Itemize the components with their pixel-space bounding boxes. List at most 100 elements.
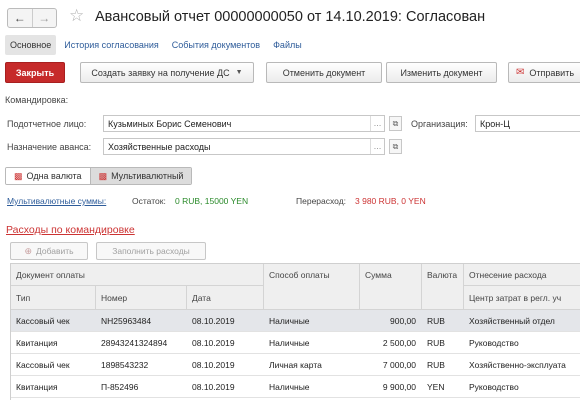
cell-currency: YEN [427, 382, 445, 392]
back-button[interactable]: ← [8, 9, 32, 27]
create-request-label: Создать заявку на получение ДС [91, 67, 230, 78]
cell-date: 08.10.2019 [192, 360, 235, 370]
single-currency-button[interactable]: ▩ Одна валюта [6, 168, 90, 184]
title-bar: ← → ☆ Авансовый отчет 00000000050 от 14.… [0, 0, 580, 34]
currency-mode-toggle: ▩ Одна валюта ▩ Мультивалютный [5, 167, 193, 185]
column-header-cost-center[interactable]: Центр затрат в регл. уч [464, 286, 580, 310]
cell-amount: 2 500,00 [382, 338, 416, 348]
trip-label: Командировка: [5, 95, 69, 105]
cell-currency: RUB [427, 316, 445, 326]
cell-payment-method: Наличные [269, 382, 310, 392]
dots-icon[interactable]: … [370, 139, 384, 154]
cell-expense: Хозяйственный отдел [469, 316, 555, 326]
send-label: Отправить [529, 67, 575, 78]
envelope-icon: ✉ [516, 67, 525, 78]
advance-purpose-value: Хозяйственные расходы [108, 141, 211, 152]
single-currency-icon: ▩ [14, 170, 23, 181]
cell-amount: 7 000,00 [382, 360, 416, 370]
multi-currency-button[interactable]: ▩ Мультивалютный [89, 168, 192, 184]
table-row[interactable]: Квитанция П-852496 08.10.2019 Наличные 9… [11, 376, 580, 398]
chevron-down-icon: ▼ [235, 69, 243, 76]
advance-purpose-label: Назначение аванса: [7, 142, 92, 152]
multicurrency-sums-link[interactable]: Мультивалютные суммы: [7, 196, 106, 206]
create-request-button[interactable]: Создать заявку на получение ДС ▼ [80, 62, 254, 83]
close-button[interactable]: Закрыть [5, 62, 65, 83]
cell-type: Кассовый чек [16, 316, 70, 326]
tab-approval-history[interactable]: История согласования [59, 35, 164, 55]
open-icon[interactable]: ⧉ [389, 116, 402, 131]
cell-payment-method: Личная карта [269, 360, 322, 370]
cell-number: П-852496 [101, 382, 139, 392]
send-button[interactable]: ✉ Отправить [508, 62, 580, 83]
cell-date: 08.10.2019 [192, 382, 235, 392]
multi-currency-label: Мультивалютный [111, 171, 184, 181]
command-bar: Закрыть Создать заявку на получение ДС ▼ … [0, 62, 580, 84]
cell-currency: RUB [427, 338, 445, 348]
cell-type: Кассовый чек [16, 360, 70, 370]
column-header-expense-assignment[interactable]: Отнесение расхода [464, 264, 580, 286]
cell-payment-method: Наличные [269, 316, 310, 326]
cancel-document-label: Отменить документ [282, 67, 366, 78]
fill-expenses-label: Заполнить расходы [112, 246, 190, 256]
add-expense-button[interactable]: ⊕ Добавить [10, 242, 88, 260]
tab-document-events[interactable]: События документов [167, 35, 265, 55]
column-header-number[interactable]: Номер [96, 286, 187, 310]
payment-document-group-header: Документ оплаты [11, 264, 264, 286]
cell-date: 08.10.2019 [192, 316, 235, 326]
column-header-currency[interactable]: Валюта [422, 264, 464, 310]
fill-expenses-button[interactable]: Заполнить расходы [96, 242, 206, 260]
plus-icon: ⊕ [24, 245, 32, 256]
close-button-label: Закрыть [15, 67, 55, 78]
column-header-type[interactable]: Тип [11, 286, 96, 310]
edit-document-label: Изменить документ [400, 67, 483, 78]
arrow-right-icon: → [38, 11, 51, 25]
cell-date: 08.10.2019 [192, 338, 235, 348]
cell-payment-method: Наличные [269, 338, 310, 348]
cell-type: Квитанция [16, 382, 58, 392]
column-header-payment-method[interactable]: Способ оплаты [264, 264, 360, 310]
cell-amount: 900,00 [390, 316, 416, 326]
forward-button[interactable]: → [31, 9, 57, 27]
table-row[interactable]: Квитанция 28943241324894 08.10.2019 Нали… [11, 332, 580, 354]
open-icon[interactable]: ⧉ [389, 139, 402, 154]
history-navigation: ← → [7, 8, 57, 28]
table-row[interactable]: Кассовый чек NH25963484 08.10.2019 Налич… [11, 310, 580, 332]
accountable-person-value: Кузьминых Борис Семенович [108, 118, 232, 129]
edit-document-button[interactable]: Изменить документ [386, 62, 497, 83]
balance-label: Остаток: [132, 196, 166, 206]
organization-label: Организация: [411, 119, 468, 129]
advance-purpose-field[interactable]: Хозяйственные расходы … [103, 138, 385, 155]
multi-currency-icon: ▩ [98, 170, 108, 181]
document-title: Авансовый отчет 00000000050 от 14.10.201… [95, 9, 486, 25]
tab-files[interactable]: Файлы [268, 35, 307, 55]
dots-icon[interactable]: … [370, 116, 384, 131]
add-expense-label: Добавить [35, 246, 74, 256]
cell-expense: Руководство [469, 382, 519, 392]
overspend-label: Перерасход: [296, 196, 347, 206]
overspend-value: 3 980 RUB, 0 YEN [355, 196, 426, 206]
table-row[interactable]: Кассовый чек 1898543232 08.10.2019 Лична… [11, 354, 580, 376]
cell-amount: 9 900,00 [382, 382, 416, 392]
cancel-document-button[interactable]: Отменить документ [266, 62, 382, 83]
section-tabs: Основное История согласования События до… [5, 35, 307, 55]
cell-number: NH25963484 [101, 316, 152, 326]
organization-value: Крон-Ц [480, 118, 510, 129]
accountable-person-label: Подотчетное лицо: [7, 119, 87, 129]
accountable-person-field[interactable]: Кузьминых Борис Семенович … [103, 115, 385, 132]
column-header-amount[interactable]: Сумма [360, 264, 422, 310]
column-header-date[interactable]: Дата [187, 286, 264, 310]
star-icon[interactable]: ☆ [69, 6, 84, 26]
cell-expense: Руководство [469, 338, 519, 348]
organization-field[interactable]: Крон-Ц [475, 115, 580, 132]
cell-type: Квитанция [16, 338, 58, 348]
cell-number: 1898543232 [101, 360, 149, 370]
arrow-left-icon: ← [13, 11, 26, 25]
balance-value: 0 RUB, 15000 YEN [175, 196, 249, 206]
expenses-section-title[interactable]: Расходы по командировке [6, 224, 135, 236]
cell-number: 28943241324894 [101, 338, 168, 348]
tab-main[interactable]: Основное [5, 35, 57, 55]
expenses-table: Документ оплаты Тип Номер Дата Способ оп… [10, 263, 580, 400]
cell-currency: RUB [427, 360, 445, 370]
cell-expense: Хозяйственно-эксплуата [469, 360, 566, 370]
single-currency-label: Одна валюта [26, 171, 82, 181]
